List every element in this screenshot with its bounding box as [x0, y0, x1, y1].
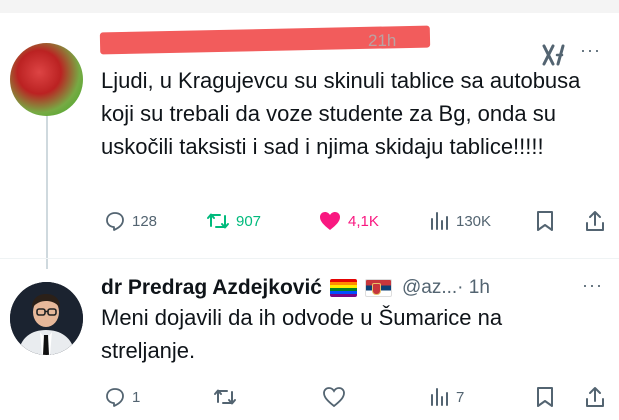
avatar[interactable] — [10, 43, 83, 116]
repost-icon — [206, 210, 230, 232]
heart-icon — [322, 386, 346, 408]
repost-icon — [213, 386, 237, 408]
views-button[interactable]: 130K — [428, 206, 491, 236]
share-button[interactable] — [584, 382, 606, 412]
share-icon — [584, 385, 606, 409]
reply-button[interactable]: 128 — [104, 206, 157, 236]
like-count: 4,1K — [348, 212, 379, 230]
tweet-2[interactable]: dr Predrag Azdejković @az... · 1h ··· Me… — [0, 262, 619, 420]
reply-button[interactable]: 1 — [104, 382, 140, 412]
more-icon[interactable]: ··· — [580, 41, 601, 59]
bookmark-button[interactable] — [534, 382, 556, 412]
like-button[interactable]: 4,1K — [318, 206, 379, 236]
like-button[interactable] — [322, 382, 346, 412]
reply-count: 1 — [132, 388, 141, 406]
share-icon — [584, 209, 606, 233]
repost-button[interactable] — [213, 382, 237, 412]
tweet-text: Meni dojavili da ih odvode u Šumarice na… — [101, 305, 503, 363]
reply-icon — [104, 386, 126, 408]
tweet-time[interactable]: 21h — [368, 31, 396, 51]
author-name[interactable]: dr Predrag Azdejković — [101, 276, 322, 300]
more-icon[interactable]: ··· — [582, 276, 603, 294]
top-strip — [0, 0, 619, 13]
views-count: 130K — [456, 212, 492, 230]
repost-button[interactable]: 907 — [206, 206, 261, 236]
views-icon — [428, 210, 450, 232]
bookmark-icon — [534, 385, 556, 409]
repost-count: 907 — [236, 212, 262, 230]
views-button[interactable]: 7 — [428, 382, 464, 412]
tweet-time[interactable]: · 1h — [457, 277, 490, 299]
reply-icon — [104, 210, 126, 232]
views-icon — [428, 386, 450, 408]
separator — [0, 258, 619, 259]
thread-line — [46, 107, 48, 269]
action-bar: 128 907 4,1K 130K — [0, 206, 619, 236]
tweet-1[interactable]: 21h ··· Ljudi, u Kragujevcu su skinuli t… — [0, 13, 619, 269]
views-count: 7 — [456, 388, 465, 406]
bookmark-button[interactable] — [534, 206, 556, 236]
bookmark-icon — [534, 209, 556, 233]
action-bar: 1 7 — [0, 382, 619, 412]
avatar[interactable] — [10, 282, 83, 355]
author-handle[interactable]: @az... — [402, 277, 457, 299]
author-row: dr Predrag Azdejković @az... · 1h — [101, 274, 490, 302]
share-button[interactable] — [584, 206, 606, 236]
heart-icon — [318, 210, 342, 232]
serbian-flag-icon — [364, 279, 392, 297]
rainbow-flag-icon — [329, 279, 357, 297]
tweet-text: Ljudi, u Kragujevcu su skinuli tablice s… — [101, 68, 581, 159]
reply-count: 128 — [132, 212, 158, 230]
